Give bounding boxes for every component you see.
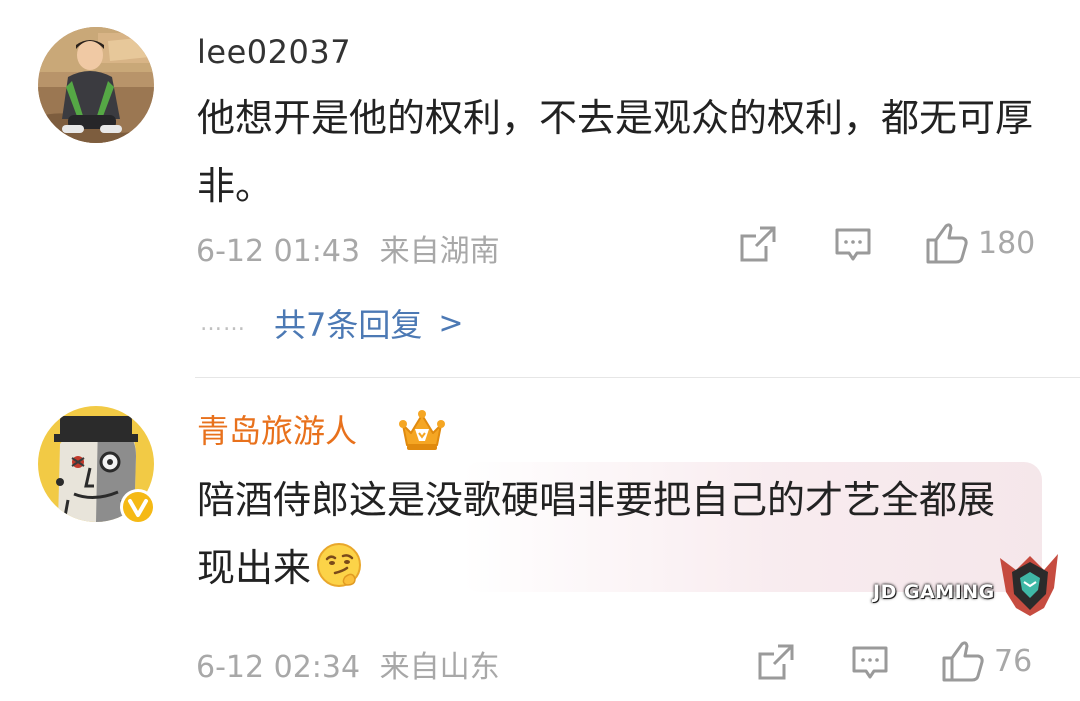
username[interactable]: lee02037 (197, 32, 351, 72)
comment-location: 来自山东 (379, 650, 500, 685)
comment-meta: 6-12 01:43 来自湖南 (196, 226, 500, 270)
comment-date: 6-12 01:43 (196, 234, 361, 269)
view-replies-link[interactable]: …… 共7条回复 > (200, 300, 464, 346)
verified-v-icon (120, 489, 156, 525)
avatar-photo (38, 27, 154, 143)
repost-button[interactable] (756, 642, 796, 682)
username[interactable]: 青岛旅游人 (197, 411, 357, 451)
smirk-emoji-icon (317, 543, 362, 587)
repost-button[interactable] (738, 224, 778, 264)
chevron-right-icon: > (438, 305, 464, 341)
comment-date: 6-12 02:34 (196, 650, 361, 685)
like-count: 76 (994, 643, 1033, 679)
repost-icon (758, 644, 794, 680)
comment-button[interactable] (833, 226, 873, 264)
divider (195, 377, 1080, 378)
like-button[interactable]: 76 (940, 638, 1032, 684)
replies-dots: …… (200, 310, 246, 336)
like-button[interactable]: 180 (924, 220, 1035, 266)
comment-text: 他想开是他的权利，不去是观众的权利，都无可厚非。 (197, 96, 1034, 208)
avatar[interactable] (38, 27, 154, 143)
replies-count-label: 共7条回复 (274, 306, 423, 344)
comment-icon (835, 228, 871, 261)
thumbs-up-icon (926, 223, 968, 264)
comment-icon (852, 646, 888, 679)
comment-button[interactable] (850, 644, 890, 682)
repost-icon (740, 226, 776, 262)
crown-vip-icon (399, 410, 445, 450)
watermark-text: JD GAMING (873, 581, 995, 603)
comment-meta: 6-12 02:34 来自山东 (196, 642, 500, 686)
comment-location: 来自湖南 (379, 234, 500, 269)
comment-page: lee02037 他想开是他的权利，不去是观众的权利，都无可厚非。 6-12 0… (0, 0, 1080, 701)
like-count: 180 (978, 225, 1036, 261)
thumbs-up-icon (942, 641, 984, 682)
